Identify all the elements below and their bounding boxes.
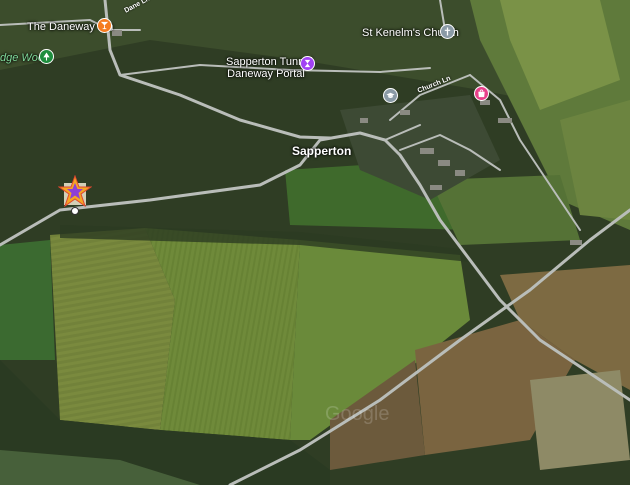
hourglass-icon — [304, 59, 311, 68]
star-marker-icon[interactable] — [57, 174, 93, 209]
cross-icon — [444, 27, 451, 36]
church-pin-icon[interactable] — [440, 24, 455, 39]
label-sapperton-tunnel-line2: Daneway Portal — [227, 68, 305, 80]
shop-pin-icon[interactable] — [474, 86, 489, 101]
cocktail-glass-icon — [100, 21, 109, 30]
school-pin-icon[interactable] — [383, 88, 398, 103]
tree-icon — [43, 52, 50, 61]
satellite-map[interactable]: Dane Ln Church Ln The Daneway Inn dge Wo… — [0, 0, 630, 485]
satellite-terrain — [0, 0, 630, 485]
landmark-pin-icon[interactable] — [300, 56, 315, 71]
location-dot — [71, 207, 79, 215]
label-sapperton-village[interactable]: Sapperton — [292, 145, 351, 157]
bar-pin-icon[interactable] — [97, 18, 112, 33]
shopping-bag-icon — [478, 89, 485, 98]
label-sapperton-tunnel[interactable]: Sapperton Tunnel Daneway Portal — [226, 56, 313, 80]
label-sapperton-tunnel-line1: Sapperton Tunnel — [226, 56, 313, 68]
park-pin-icon[interactable] — [39, 49, 54, 64]
graduation-cap-icon — [386, 92, 395, 98]
google-watermark: Google — [325, 403, 390, 425]
